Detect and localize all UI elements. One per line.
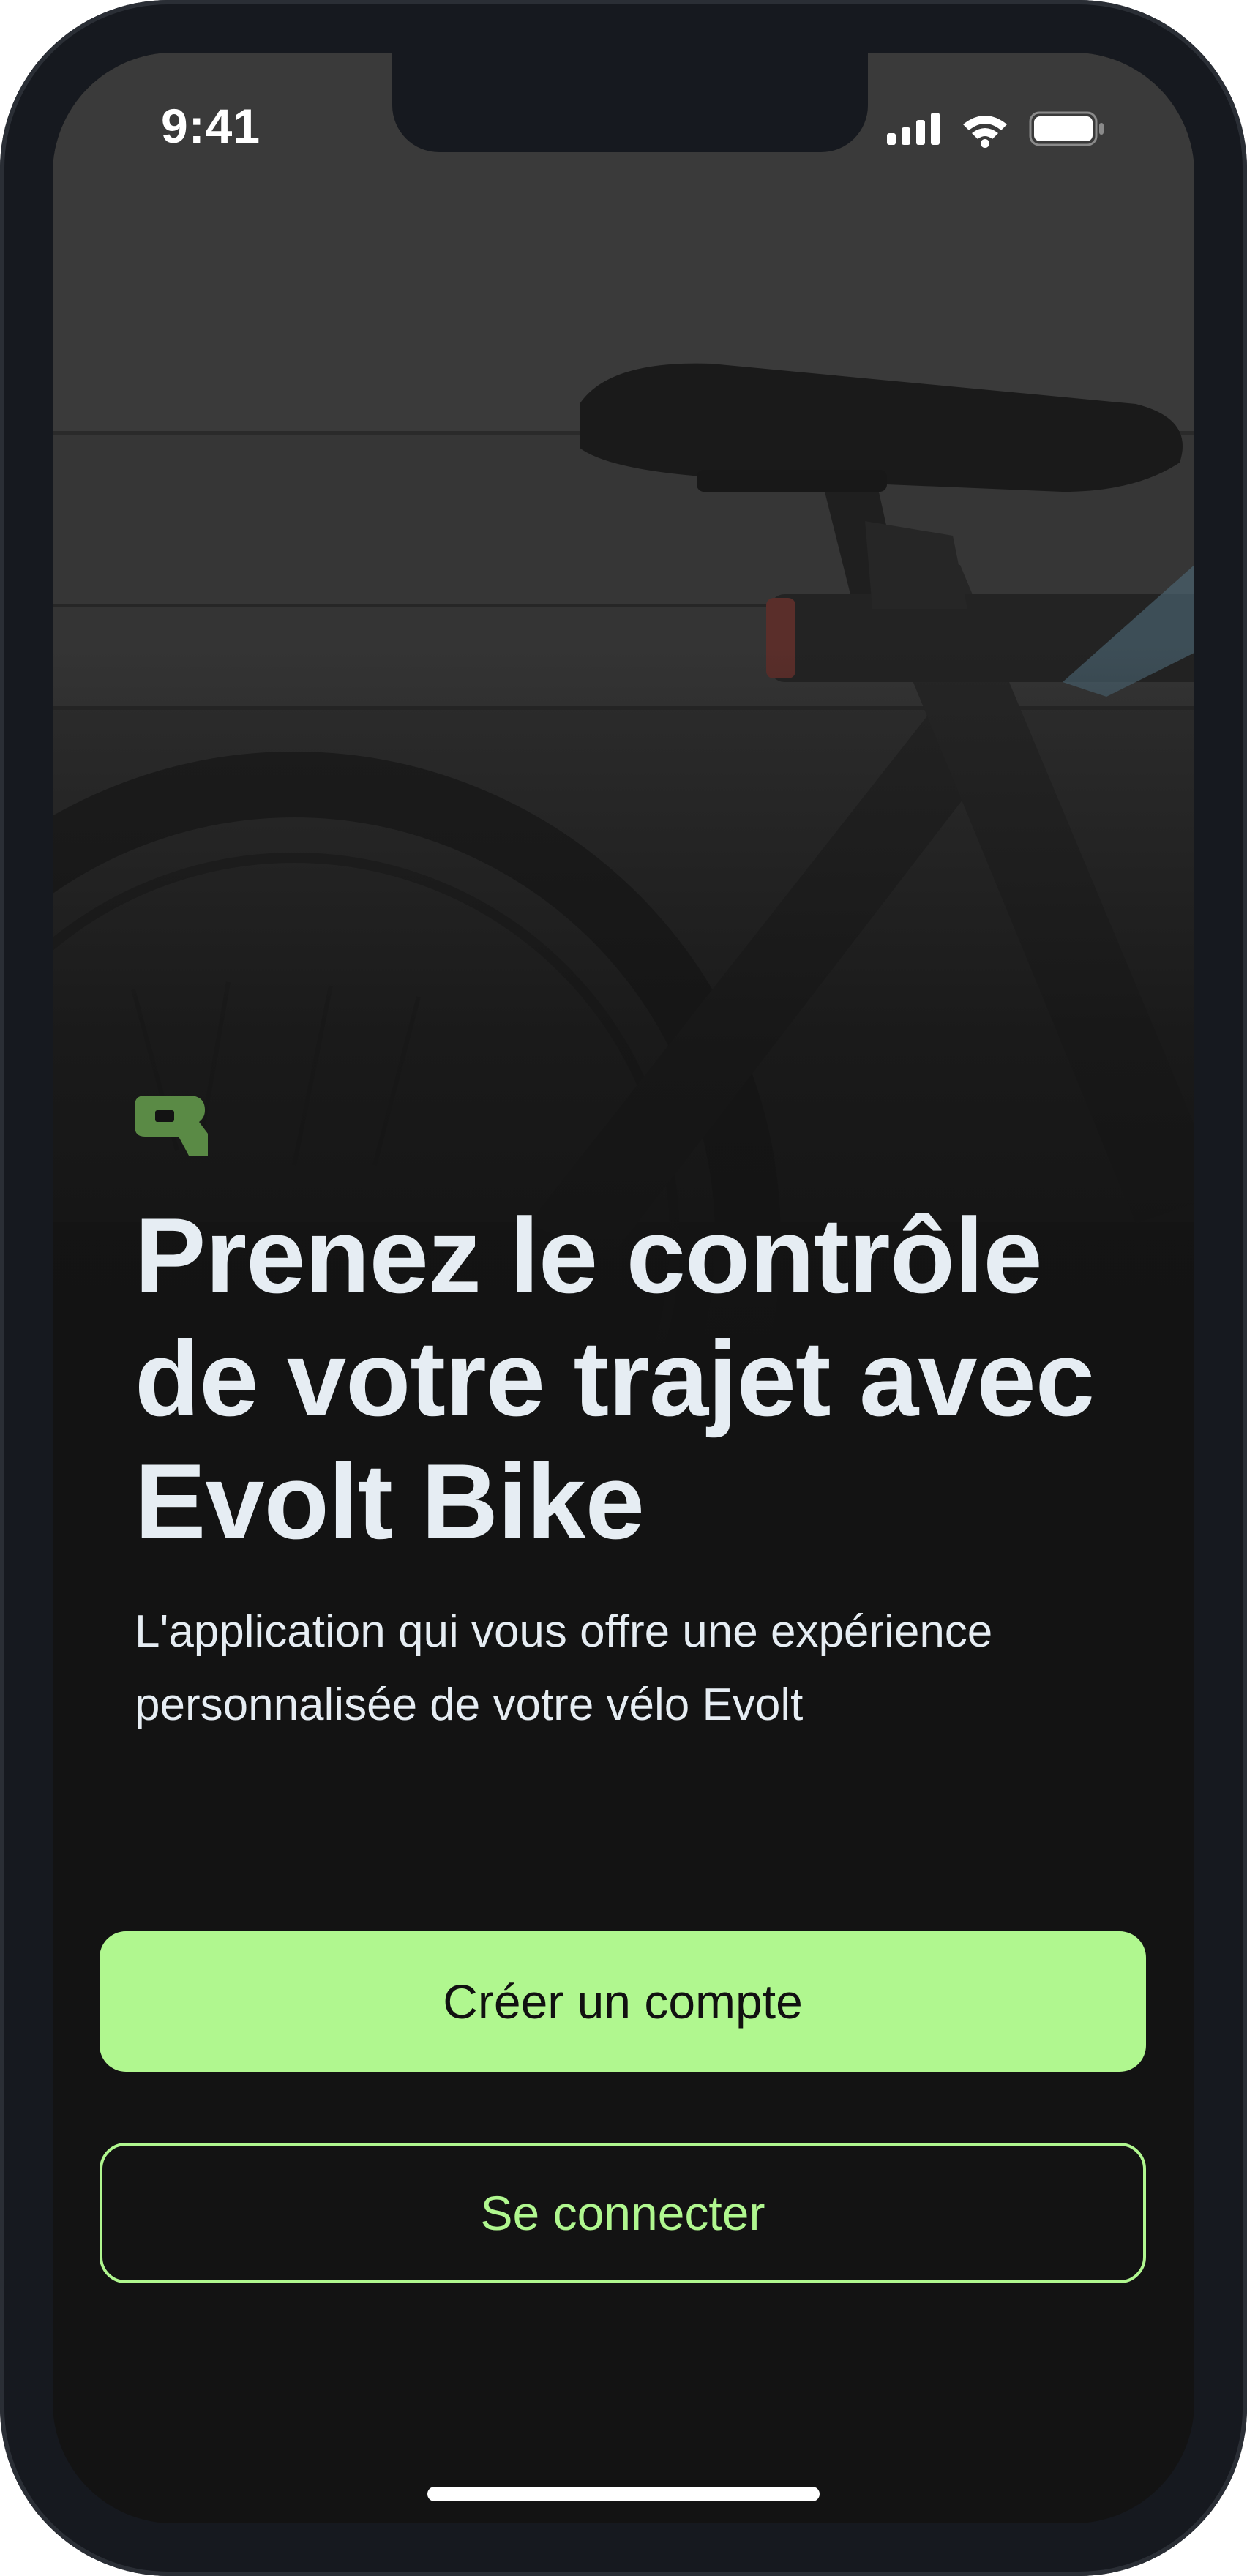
app-screen: 9:41 Prenez le contrôle de votre trajet … [53,53,1194,2523]
login-button[interactable]: Se connecter [100,2143,1146,2283]
cellular-signal-icon [887,113,940,145]
page-subtitle: L'application qui vous offre une expérie… [135,1606,993,1730]
page-title: Prenez le contrôle de votre trajet avec … [135,1196,1095,1561]
create-account-button[interactable]: Créer un compte [100,1931,1146,2072]
status-time: 9:41 [161,99,261,153]
bike-photo [53,53,1194,1370]
home-indicator[interactable] [427,2487,820,2501]
battery-icon [1029,111,1104,146]
device-notch [392,53,868,152]
photo-overlay [53,53,1194,1370]
phone-frame: 9:41 Prenez le contrôle de votre trajet … [0,0,1247,2576]
wifi-icon [963,116,1007,148]
status-icons [887,111,1104,148]
evolt-logo-icon [135,1096,208,1156]
